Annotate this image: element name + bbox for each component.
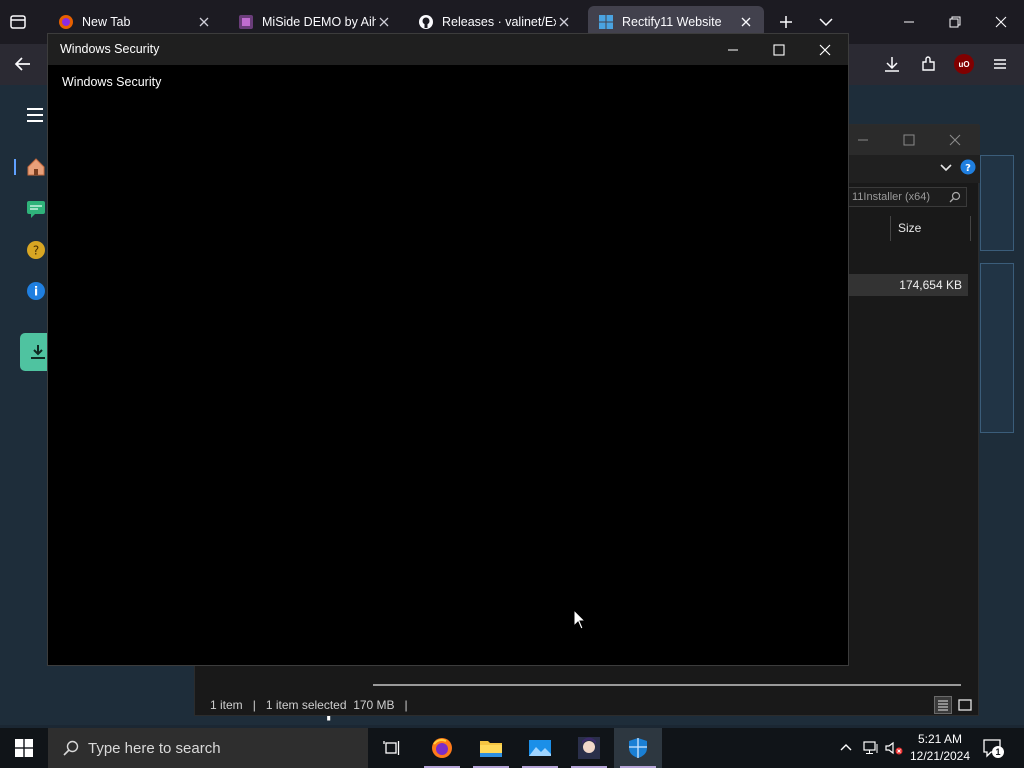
close-tab-icon[interactable] — [376, 14, 392, 30]
dialog-minimize-button[interactable] — [725, 42, 741, 58]
status-separator: | — [404, 698, 408, 712]
explorer-maximize-button[interactable] — [901, 132, 917, 148]
menu-icon[interactable] — [990, 54, 1010, 74]
search-placeholder: Type here to search — [88, 739, 221, 757]
task-view-button[interactable] — [368, 728, 416, 768]
dialog-title: Windows Security — [60, 42, 160, 56]
column-header-size[interactable]: Size — [898, 221, 921, 235]
dialog-content-title: Windows Security — [62, 75, 162, 89]
game-icon — [577, 736, 601, 760]
taskbar: Type here to search 5:21 AM 12/21/2024 1 — [0, 728, 1024, 768]
ublock-origin-icon[interactable]: uO — [954, 54, 974, 74]
browser-close-button[interactable] — [978, 0, 1024, 44]
chevron-up-icon[interactable] — [839, 740, 853, 754]
back-arrow-icon[interactable] — [12, 54, 34, 74]
rectify11-icon — [598, 14, 614, 30]
tab-title: MiSide DEMO by Aihas — [262, 15, 376, 29]
notification-badge: 1 — [992, 746, 1004, 758]
clock-time: 5:21 AM — [917, 732, 963, 746]
taskbar-game-app[interactable] — [565, 728, 613, 768]
chevron-down-icon[interactable] — [939, 161, 953, 175]
list-all-tabs-button[interactable] — [816, 12, 836, 32]
explorer-search-input[interactable]: 11Installer (x64) — [845, 187, 967, 207]
status-separator: | — [252, 698, 256, 712]
volume-muted-icon[interactable] — [884, 739, 904, 757]
horizontal-scrollbar[interactable] — [373, 684, 961, 686]
svg-text:?: ? — [33, 244, 39, 258]
taskbar-photos[interactable] — [516, 728, 564, 768]
close-tab-icon[interactable] — [196, 14, 212, 30]
tab-overview-icon[interactable] — [8, 12, 30, 32]
photos-icon — [528, 738, 552, 758]
firefox-icon — [58, 14, 74, 30]
status-selection: 1 item selected 170 MB — [265, 698, 395, 712]
clock-date: 12/21/2024 — [909, 749, 971, 763]
close-tab-icon[interactable] — [738, 14, 754, 30]
column-divider — [970, 216, 971, 241]
tab-title: Rectify11 Website — [622, 15, 722, 29]
game-icon — [238, 14, 254, 30]
browser-minimize-button[interactable] — [886, 0, 932, 44]
downloads-icon[interactable] — [882, 54, 902, 74]
download-icon — [29, 343, 47, 361]
browser-restore-button[interactable] — [932, 0, 978, 44]
dialog-title-bar: Windows Security — [48, 34, 848, 65]
explorer-status-bar: 1 item | 1 item selected 170 MB | — [195, 693, 980, 717]
file-row-size[interactable]: 174,654 KB — [845, 274, 968, 296]
details-view-button[interactable] — [934, 696, 952, 714]
tab-title: New Tab — [82, 15, 131, 29]
folder-icon — [479, 737, 503, 759]
large-icons-view-button[interactable] — [956, 696, 974, 714]
close-tab-icon[interactable] — [556, 14, 572, 30]
search-placeholder: 11Installer (x64) — [852, 191, 931, 203]
taskbar-windows-security[interactable] — [614, 728, 662, 768]
explorer-close-button[interactable] — [947, 132, 963, 148]
taskbar-file-explorer[interactable] — [467, 728, 515, 768]
explorer-minimize-button[interactable] — [855, 133, 871, 147]
tab-title: Releases · valinet/Explo — [442, 15, 556, 29]
start-button[interactable] — [0, 728, 48, 768]
shield-icon — [626, 736, 650, 760]
page-card — [980, 155, 1014, 251]
search-icon — [949, 191, 961, 203]
mouse-cursor-icon — [573, 609, 587, 630]
network-icon[interactable] — [862, 739, 880, 757]
taskbar-firefox[interactable] — [418, 728, 466, 768]
dialog-close-button[interactable] — [817, 42, 833, 58]
help-icon[interactable]: ? — [960, 159, 976, 175]
search-icon — [62, 739, 80, 757]
github-icon — [418, 14, 434, 30]
status-item-count: 1 item — [210, 698, 243, 712]
taskbar-search-box[interactable]: Type here to search — [48, 728, 368, 768]
firefox-icon — [430, 736, 454, 760]
dialog-maximize-button[interactable] — [771, 42, 787, 58]
task-view-icon — [383, 739, 401, 757]
notification-center-icon[interactable]: 1 — [982, 738, 1004, 758]
page-card — [980, 263, 1014, 433]
new-tab-button[interactable] — [776, 12, 796, 32]
windows-security-dialog: Windows Security Windows Security — [47, 33, 849, 666]
svg-text:i: i — [34, 285, 38, 299]
column-divider — [890, 216, 891, 241]
clock[interactable]: 5:21 AM 12/21/2024 — [906, 730, 974, 766]
windows-logo-icon — [15, 739, 33, 757]
extensions-icon[interactable] — [919, 54, 939, 74]
selected-indicator — [14, 159, 16, 175]
svg-text:?: ? — [965, 163, 971, 174]
hamburger-menu-icon[interactable] — [24, 105, 46, 125]
